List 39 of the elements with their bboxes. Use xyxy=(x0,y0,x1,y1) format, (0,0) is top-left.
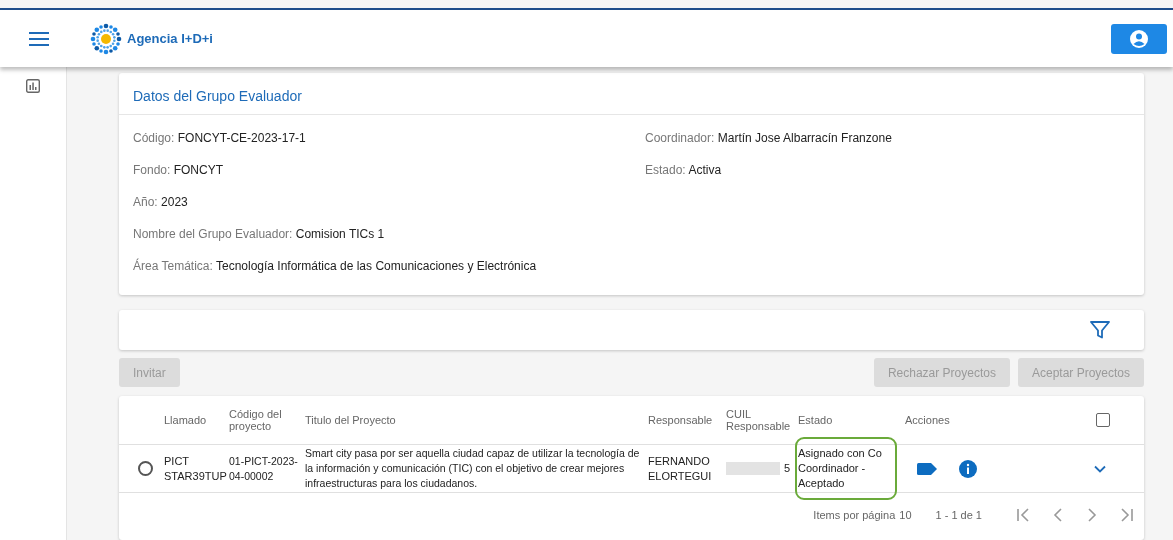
column-header: Titulo del Proyecto xyxy=(305,414,396,426)
first-page-icon[interactable] xyxy=(1016,507,1032,522)
table-cell-text: PICT STAR39TUP xyxy=(164,453,228,484)
last-page-icon[interactable] xyxy=(1118,507,1134,522)
user-icon xyxy=(1130,29,1148,48)
field-text: Estado: Activa xyxy=(645,162,723,179)
items-per-page-label: Items por página xyxy=(813,508,896,521)
table-cell-text: Smart city pasa por ser aquella ciudad capaz de utilizar la tecnología de la información y comunicación (TIC) con el objetivo de crear mejores infraestructuras para los ciudadanos. xyxy=(305,446,641,491)
logo-icon xyxy=(89,21,123,56)
column-header: Llamado xyxy=(164,414,207,426)
column-header: CUIL Responsable xyxy=(726,408,792,432)
column-header: Estado xyxy=(798,414,833,426)
tag-icon[interactable] xyxy=(917,462,937,475)
info-icon[interactable] xyxy=(959,459,977,478)
field-text: Año: 2023 xyxy=(133,194,189,211)
card-title: Datos del Grupo Evaluador xyxy=(119,73,1144,115)
page-size-select[interactable]: 10 xyxy=(899,508,912,521)
column-header: Responsable xyxy=(648,414,713,426)
table-cell-text: 01-PICT-2023-04-00002 xyxy=(229,453,299,484)
user-button[interactable] xyxy=(1111,23,1167,54)
field-text: Coordinador: Martín Jose Albarracín Franzone xyxy=(645,130,893,147)
status-text: Asignado con Co Coordinador - Aceptado xyxy=(798,446,883,491)
table-cell: 5 xyxy=(783,461,790,476)
expand-chevron-icon[interactable] xyxy=(1094,464,1106,473)
brand-name: Agencia I+D+i xyxy=(127,31,213,46)
select-all-checkbox[interactable] xyxy=(1096,413,1110,427)
page-range: 1 - 1 de 1 xyxy=(935,508,982,521)
column-header: Acciones xyxy=(905,414,950,426)
table-cell-text: FERNANDO ELORTEGUI xyxy=(648,453,713,484)
field-text: Fondo: FONCYT xyxy=(133,162,225,179)
field-text: Nombre del Grupo Evaluador: Comision TICs 1 xyxy=(133,226,386,243)
row-radio[interactable] xyxy=(138,461,153,476)
menu-icon[interactable] xyxy=(29,31,49,46)
filter-icon[interactable] xyxy=(1090,321,1110,339)
field-text: Código: FONCYT-CE-2023-17-1 xyxy=(133,130,307,147)
field-text: Área Temática: Tecnología Informática de las Comunicaciones y Electrónica xyxy=(133,257,538,275)
chart-icon[interactable] xyxy=(26,79,40,93)
column-header: Código del proyecto xyxy=(229,408,283,432)
redaction-bar xyxy=(726,462,780,475)
